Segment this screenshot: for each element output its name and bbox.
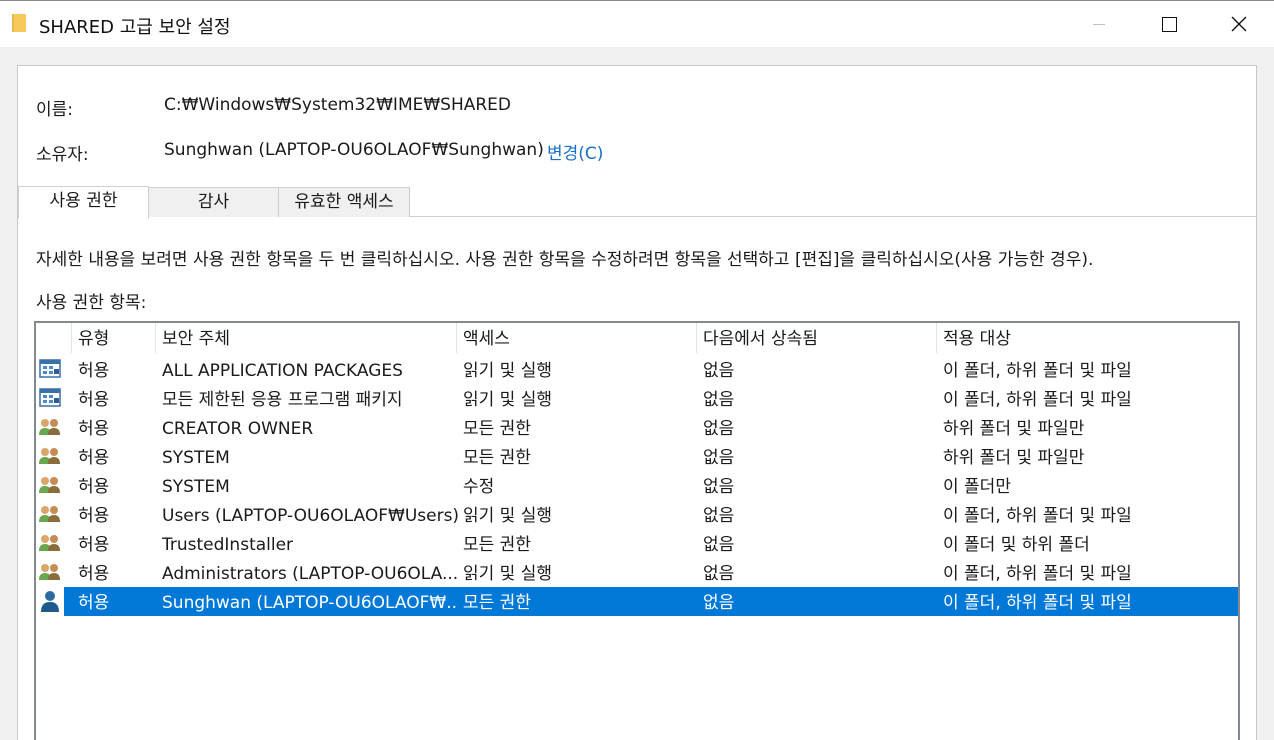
name-value: C:₩Windows₩System32₩IME₩SHARED xyxy=(164,95,512,115)
entry-type: 허용 xyxy=(78,535,110,555)
app-package-icon xyxy=(38,386,62,410)
entry-type: 허용 xyxy=(78,390,110,410)
window-title: SHARED 고급 보안 설정 xyxy=(39,17,231,38)
entry-inherited-from: 없음 xyxy=(703,448,735,468)
entry-principal: Administrators (LAPTOP-OU6OLA... xyxy=(162,564,458,584)
entry-applies-to: 이 폴더, 하위 폴더 및 파일 xyxy=(943,506,1132,526)
entry-principal: Users (LAPTOP-OU6OLAOF₩Users) xyxy=(162,506,458,526)
entry-inherited-from: 없음 xyxy=(703,506,735,526)
entry-inherited-from: 없음 xyxy=(703,535,735,555)
entry-applies-to: 이 폴더, 하위 폴더 및 파일 xyxy=(943,593,1132,613)
entry-principal: TrustedInstaller xyxy=(162,535,294,555)
permission-entry-row[interactable]: 허용 Sunghwan (LAPTOP-OU6OLAOF₩... 모든 권한 없음 이 … xyxy=(41,587,1238,616)
entry-type: 허용 xyxy=(78,564,110,584)
entry-principal: Sunghwan (LAPTOP-OU6OLAOF₩... xyxy=(162,593,458,613)
entry-applies-to: 이 폴더, 하위 폴더 및 파일 xyxy=(943,564,1132,584)
permission-entry-row[interactable]: 허용 TrustedInstaller 모든 권한 없음 이 폴더 및 하위 폴더 xyxy=(39,529,1238,558)
owner-label: 소유자: xyxy=(36,145,89,165)
entry-access: 모든 권한 xyxy=(463,419,531,439)
entry-applies-to: 이 폴더 및 하위 폴더 xyxy=(943,535,1090,555)
tab-effective-access[interactable]: 유효한 액세스 xyxy=(278,187,410,217)
entry-type: 허용 xyxy=(78,361,110,381)
entry-principal: 모든 제한된 응용 프로그램 패키지 xyxy=(162,390,403,410)
app-package-icon xyxy=(38,357,62,381)
column-header-applies-to[interactable]: 적용 대상 xyxy=(937,323,1238,353)
entry-applies-to: 이 폴더만 xyxy=(943,477,1011,497)
tab-permissions[interactable]: 사용 권한 xyxy=(18,186,149,219)
entry-inherited-from: 없음 xyxy=(703,361,735,381)
entry-inherited-from: 없음 xyxy=(703,477,735,497)
permission-entry-row[interactable]: 허용 SYSTEM 모든 권한 없음 하위 폴더 및 파일만 xyxy=(39,442,1238,471)
name-label: 이름: xyxy=(36,100,74,120)
permission-entry-row[interactable]: 허용 모든 제한된 응용 프로그램 패키지 읽기 및 실행 없음 이 폴더, 하위 폴더… xyxy=(39,384,1238,413)
maximize-icon xyxy=(1161,16,1177,32)
group-icon xyxy=(38,473,62,497)
entry-applies-to: 이 폴더, 하위 폴더 및 파일 xyxy=(943,390,1132,410)
entry-type: 허용 xyxy=(78,419,110,439)
permission-entry-row[interactable]: 허용 Administrators (LAPTOP-OU6OLA... 읽기 및 실… xyxy=(39,558,1238,587)
entry-applies-to: 이 폴더, 하위 폴더 및 파일 xyxy=(943,361,1132,381)
group-icon xyxy=(38,560,62,584)
header-icon-column xyxy=(36,323,72,353)
entry-access: 모든 권한 xyxy=(463,593,531,613)
entry-type: 허용 xyxy=(78,448,110,468)
entry-inherited-from: 없음 xyxy=(703,593,735,613)
group-icon xyxy=(38,531,62,555)
entry-principal: ALL APPLICATION PACKAGES xyxy=(162,361,403,381)
minimize-icon xyxy=(1093,23,1105,25)
entry-type: 허용 xyxy=(78,506,110,526)
permission-entries-label: 사용 권한 항목: xyxy=(36,293,147,313)
entry-inherited-from: 없음 xyxy=(703,419,735,439)
permission-entry-row[interactable]: 허용 Users (LAPTOP-OU6OLAOF₩Users) 읽기 및 실행 없음… xyxy=(39,500,1238,529)
title-bar[interactable]: SHARED 고급 보안 설정 xyxy=(0,1,1274,47)
close-icon xyxy=(1231,16,1247,32)
maximize-button[interactable] xyxy=(1134,1,1204,47)
folder-icon xyxy=(12,14,26,32)
permission-entries-list[interactable]: 유형 보안 주체 액세스 다음에서 상속됨 적용 대상 허용 ALL APPLIC… xyxy=(34,321,1240,740)
group-icon xyxy=(38,502,62,526)
column-header-inherited-from[interactable]: 다음에서 상속됨 xyxy=(697,323,937,353)
entry-access: 모든 권한 xyxy=(463,535,531,555)
entry-principal: SYSTEM xyxy=(162,448,230,468)
instructions-text: 자세한 내용을 보려면 사용 권한 항목을 두 번 클릭하십시오. 사용 권한 … xyxy=(36,250,1094,270)
advanced-security-window: SHARED 고급 보안 설정 이름: C:₩Windows₩System32₩… xyxy=(0,0,1274,740)
entry-access: 모든 권한 xyxy=(463,448,531,468)
dialog-content: 이름: C:₩Windows₩System32₩IME₩SHARED 소유자: … xyxy=(17,65,1257,740)
entry-applies-to: 하위 폴더 및 파일만 xyxy=(943,419,1085,439)
entry-access: 읽기 및 실행 xyxy=(463,564,553,584)
entry-access: 읽기 및 실행 xyxy=(463,506,553,526)
column-header-principal[interactable]: 보안 주체 xyxy=(156,323,457,353)
entry-inherited-from: 없음 xyxy=(703,390,735,410)
column-header-type[interactable]: 유형 xyxy=(72,323,156,353)
permission-entry-row[interactable]: 허용 SYSTEM 수정 없음 이 폴더만 xyxy=(39,471,1238,500)
entry-applies-to: 하위 폴더 및 파일만 xyxy=(943,448,1085,468)
entry-access: 읽기 및 실행 xyxy=(463,390,553,410)
entry-principal: CREATOR OWNER xyxy=(162,419,314,439)
minimize-button[interactable] xyxy=(1064,1,1134,47)
user-icon xyxy=(38,589,62,613)
entry-type: 허용 xyxy=(78,477,110,497)
owner-value: Sunghwan (LAPTOP-OU6OLAOF₩Sunghwan) xyxy=(164,140,544,160)
entry-inherited-from: 없음 xyxy=(703,564,735,584)
entry-type: 허용 xyxy=(78,593,110,613)
entry-principal: SYSTEM xyxy=(162,477,230,497)
column-header-access[interactable]: 액세스 xyxy=(457,323,697,353)
entry-access: 읽기 및 실행 xyxy=(463,361,553,381)
permission-entry-row[interactable]: 허용 CREATOR OWNER 모든 권한 없음 하위 폴더 및 파일만 xyxy=(39,413,1238,442)
close-button[interactable] xyxy=(1204,1,1274,47)
list-header: 유형 보안 주체 액세스 다음에서 상속됨 적용 대상 xyxy=(36,323,1238,353)
tab-auditing[interactable]: 감사 xyxy=(148,187,279,217)
group-icon xyxy=(38,444,62,468)
group-icon xyxy=(38,415,62,439)
permission-entry-row[interactable]: 허용 ALL APPLICATION PACKAGES 읽기 및 실행 없음 이 폴더,… xyxy=(39,355,1238,384)
change-owner-link[interactable]: 변경(C) xyxy=(547,139,603,164)
entry-access: 수정 xyxy=(463,477,495,497)
